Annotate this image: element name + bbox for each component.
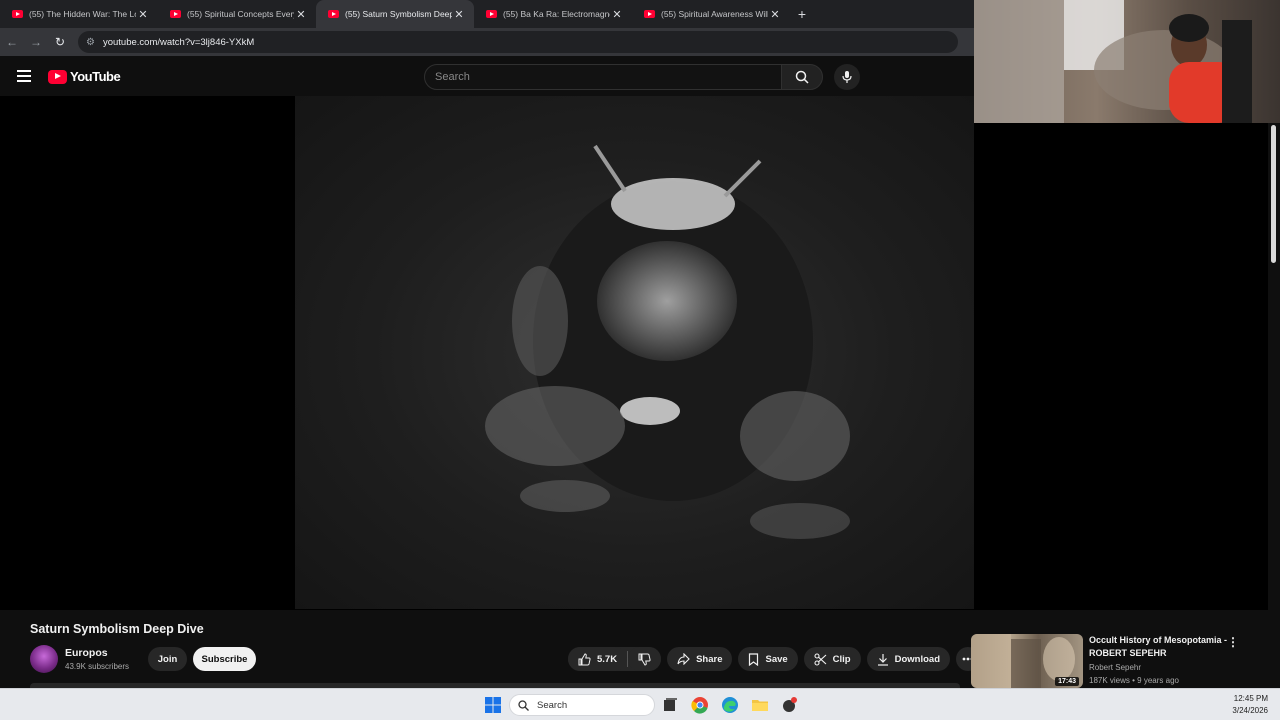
url-text: youtube.com/watch?v=3lj846-YXkM (102, 36, 255, 48)
save-button[interactable]: Save (738, 647, 798, 671)
hamburger-menu-icon[interactable] (17, 70, 31, 82)
youtube-play-icon (48, 69, 67, 84)
video-frame-image (485, 144, 850, 539)
tab-title: (55) Spiritual Concepts Everyone (187, 9, 294, 19)
new-tab-button[interactable]: + (790, 0, 814, 28)
search-icon (795, 70, 809, 84)
clock-time: 12:45 PM (1233, 694, 1268, 703)
join-button[interactable]: Join (148, 647, 187, 671)
youtube-favicon-icon (328, 10, 339, 18)
dislike-button[interactable] (628, 647, 662, 671)
address-bar[interactable]: ⚙ youtube.com/watch?v=3lj846-YXkM (78, 31, 958, 53)
video-player-area (0, 96, 1280, 610)
reload-icon[interactable]: ↻ (48, 35, 72, 49)
subscribe-button[interactable]: Subscribe (193, 647, 256, 671)
youtube-favicon-icon (486, 10, 497, 18)
browser-tab[interactable]: (55) Ba Ka Ra: Electromagnetic ✕ (474, 0, 632, 28)
youtube-wordmark: YouTube (70, 69, 121, 84)
youtube-favicon-icon (12, 10, 23, 18)
share-icon (677, 653, 690, 665)
close-tab-icon[interactable]: ✕ (136, 8, 150, 21)
forward-arrow-icon[interactable]: → (24, 35, 48, 49)
site-info-icon[interactable]: ⚙ (86, 37, 95, 48)
youtube-logo[interactable]: YouTube (48, 69, 121, 84)
windows-taskbar: Search 12:45 PM 3/24/2026 (0, 688, 1280, 720)
bookmark-icon (749, 652, 759, 666)
close-tab-icon[interactable]: ✕ (610, 8, 624, 21)
taskbar-search-label: Search (537, 699, 568, 711)
browser-tab[interactable]: (55) Spiritual Concepts Everyone ✕ (158, 0, 316, 28)
tab-title: (55) Ba Ka Ra: Electromagnetic (503, 9, 610, 19)
share-label: Share (696, 653, 723, 665)
download-button[interactable]: Download (866, 647, 951, 671)
save-label: Save (765, 653, 788, 665)
webcam-image (974, 0, 1252, 123)
recommended-video[interactable]: 17:43 Occult History of Mesopotamia - RO… (971, 634, 1261, 688)
channel-avatar[interactable] (30, 645, 58, 673)
download-label: Download (894, 653, 941, 665)
voice-search-button[interactable] (834, 64, 860, 90)
search-input[interactable]: Search (424, 64, 782, 90)
search-button[interactable] (781, 64, 823, 90)
browser-tab[interactable]: (55) The Hidden War: The Loos ✕ (0, 0, 158, 28)
close-tab-icon[interactable]: ✕ (768, 8, 782, 21)
edge-icon[interactable] (721, 696, 739, 714)
browser-tab[interactable]: (55) Spiritual Awareness Will Ru ✕ (632, 0, 790, 28)
channel-name[interactable]: Europos (65, 647, 108, 659)
scrollbar-thumb[interactable] (1271, 125, 1276, 263)
tab-title: (55) The Hidden War: The Loos (29, 9, 136, 19)
windows-start-icon[interactable] (484, 696, 502, 714)
like-count: 5.7K (597, 653, 618, 665)
app-icon[interactable] (781, 696, 799, 714)
video-player[interactable] (295, 96, 974, 609)
recommended-title[interactable]: Occult History of Mesopotamia - ROBERT S… (1089, 634, 1239, 660)
tab-title: (55) Saturn Symbolism Deep Di (345, 9, 452, 19)
subscriber-count: 43.9K subscribers (65, 662, 130, 671)
clip-label: Clip (832, 653, 851, 665)
video-actions: 5.7K Share Save Clip Download (568, 647, 981, 671)
file-explorer-icon[interactable] (751, 696, 769, 714)
thumbs-up-icon (578, 652, 591, 665)
like-button[interactable]: 5.7K (568, 647, 628, 671)
close-tab-icon[interactable]: ✕ (452, 8, 466, 21)
clip-button[interactable]: Clip (803, 647, 861, 671)
youtube-favicon-icon (644, 10, 655, 18)
page-scrollbar[interactable] (1268, 123, 1280, 688)
download-icon (877, 653, 888, 666)
tab-title: (55) Spiritual Awareness Will Ru (661, 9, 768, 19)
scissors-icon (814, 652, 827, 666)
youtube-favicon-icon (170, 10, 181, 18)
video-thumbnail[interactable]: 17:43 (971, 634, 1083, 688)
chrome-icon[interactable] (691, 696, 709, 714)
recommended-meta: 187K views • 9 years ago (1089, 676, 1179, 685)
microphone-icon (842, 71, 852, 83)
video-duration: 17:43 (1055, 677, 1079, 686)
browser-tab-active[interactable]: (55) Saturn Symbolism Deep Di ✕ (316, 0, 474, 28)
webcam-overlay (974, 0, 1280, 123)
clock-date: 3/24/2026 (1232, 706, 1268, 715)
search-icon (518, 699, 529, 711)
task-view-icon[interactable] (661, 696, 679, 714)
share-button[interactable]: Share (667, 647, 733, 671)
thumbs-down-icon (638, 653, 651, 666)
like-dislike-group: 5.7K (568, 647, 662, 671)
video-title: Saturn Symbolism Deep Dive (30, 622, 204, 636)
close-tab-icon[interactable]: ✕ (294, 8, 308, 21)
system-clock[interactable]: 12:45 PM 3/24/2026 (1232, 693, 1268, 717)
recommended-channel[interactable]: Robert Sepehr (1089, 663, 1141, 672)
back-arrow-icon[interactable]: ← (0, 35, 24, 49)
taskbar-search[interactable]: Search (509, 694, 655, 716)
more-vertical-icon[interactable]: ⋮ (1227, 635, 1239, 649)
